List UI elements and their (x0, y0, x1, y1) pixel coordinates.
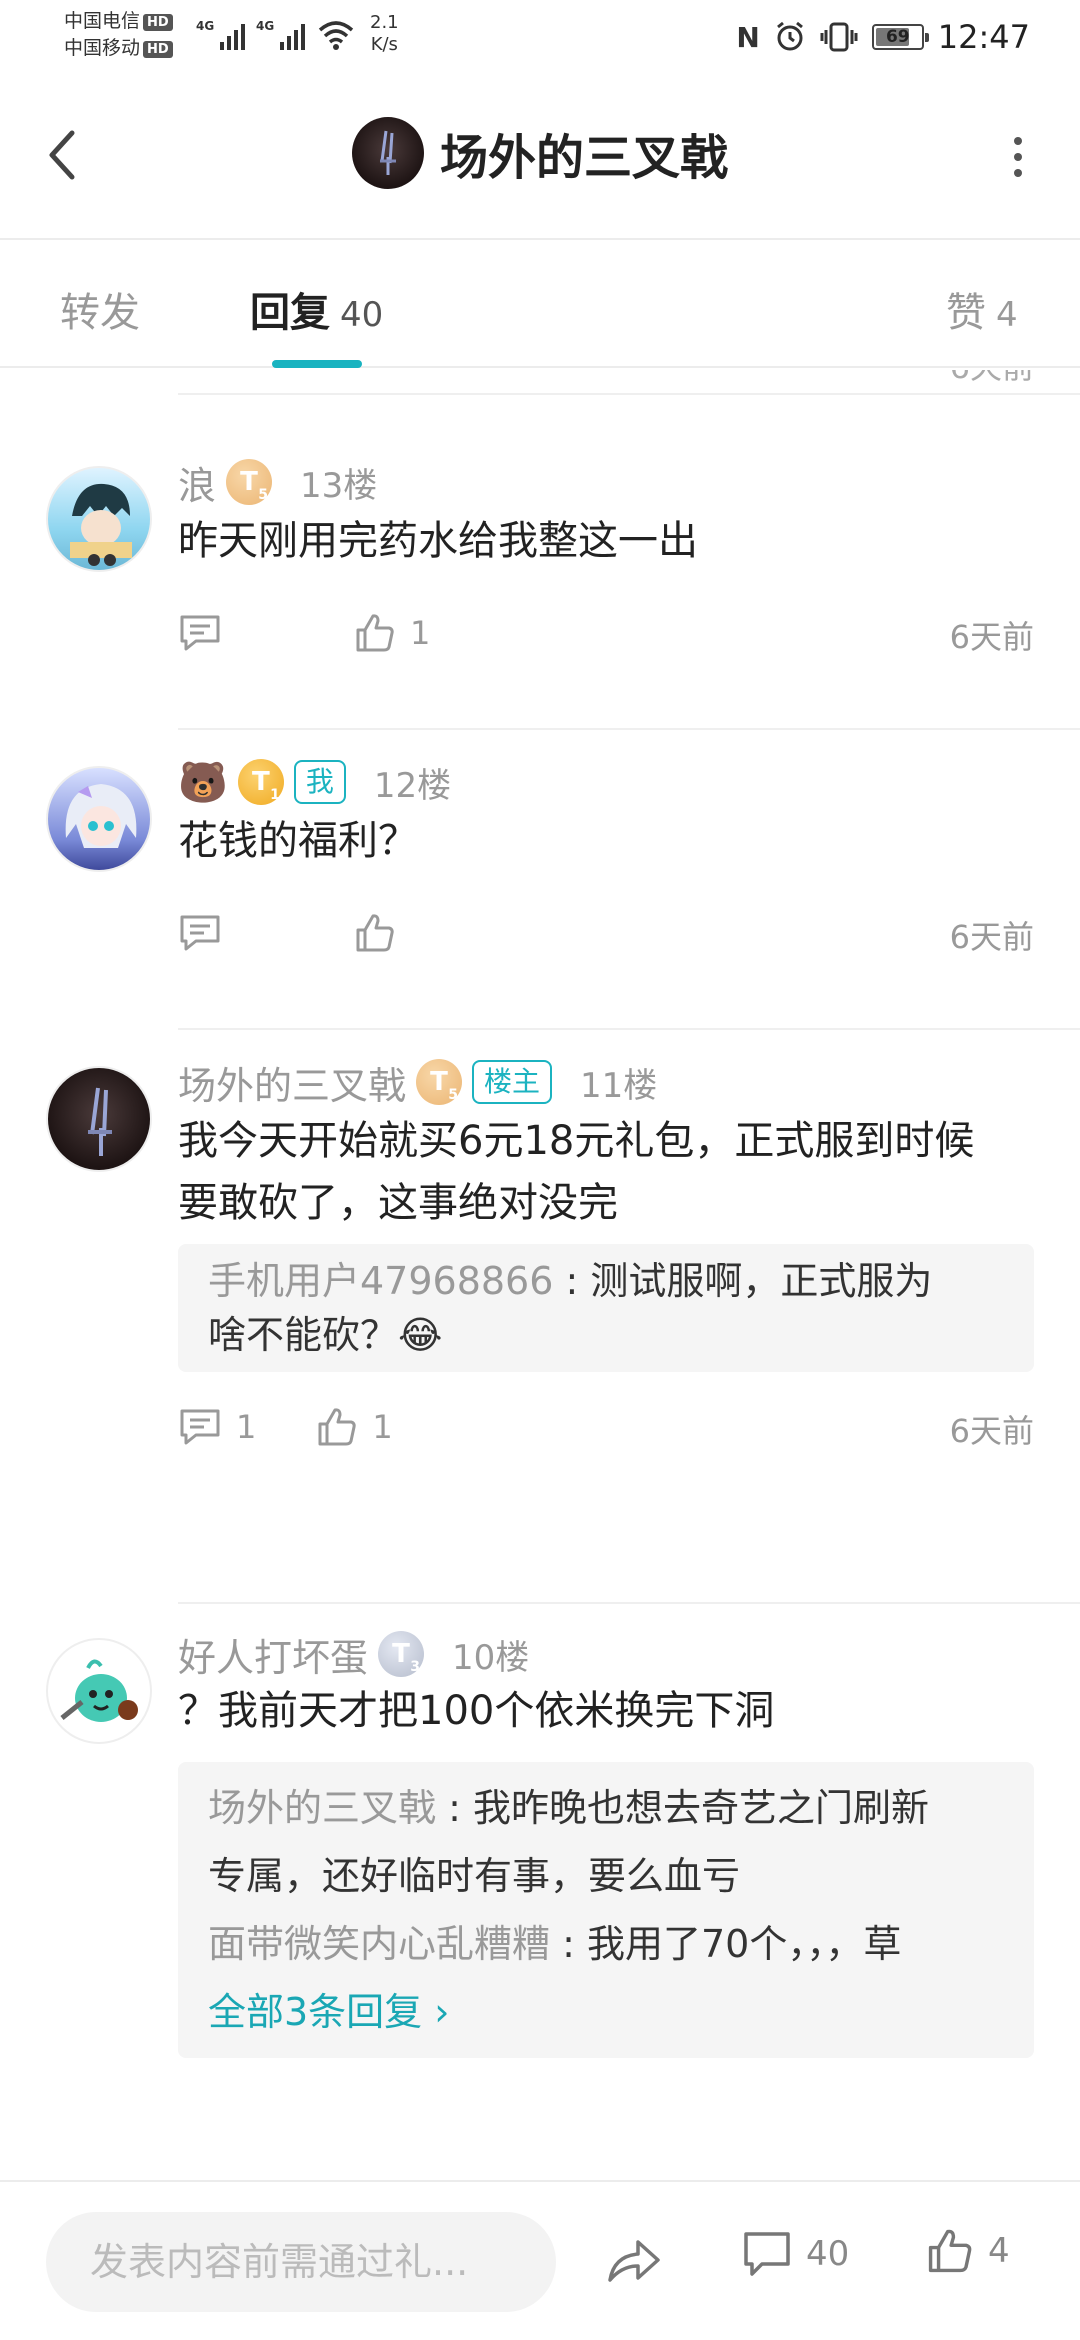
op-tag: 楼主 (472, 1060, 553, 1104)
hd-badge: HD (143, 41, 173, 58)
comment-list[interactable]: 6天前 浪 T5 13楼 昨天刚用完药水给我整这一出 (0, 370, 1080, 2180)
level-badge-icon: T5 (226, 459, 273, 505)
thumbs-up-icon (356, 914, 394, 952)
floor-number: 11楼 (580, 1065, 658, 1106)
like-button[interactable]: 1 (354, 612, 430, 654)
comment-item: 好人打坏蛋 T3 10楼 ？我前天才把100个依米换完下洞 场外的三叉戟 : 我… (0, 1604, 1080, 2180)
avatar[interactable] (46, 766, 152, 872)
app-header: 场外的三叉戟 (0, 75, 1080, 240)
comment-item: 浪 T5 13楼 昨天刚用完药水给我整这一出 1 6天前 (0, 430, 1080, 730)
comment-text: 花钱的福利？ (178, 818, 418, 864)
comment-icon (180, 915, 220, 951)
tab-likes[interactable]: 赞4 (946, 280, 1018, 338)
signal-icon: 4G (196, 19, 245, 50)
comment-icon (180, 1409, 220, 1445)
tab-indicator (272, 360, 362, 368)
carrier-2: 中国移动 (64, 37, 141, 59)
level-badge-icon: T1 (237, 759, 284, 805)
bottom-bar: 发表内容前需通过礼... 40 4 (0, 2180, 1080, 2340)
comment-text: ？我前天才把100个依米换完下洞 (178, 1688, 775, 1734)
level-badge-icon: T3 (378, 1631, 425, 1677)
like-button[interactable]: 1 (316, 1406, 393, 1448)
username[interactable]: 🐻 (178, 759, 228, 806)
hd-badge: HD (143, 14, 173, 31)
like-count-button[interactable]: 4 (926, 2226, 1010, 2276)
reply-preview[interactable]: 场外的三叉戟 : 我昨晚也想去奇艺之门刷新 专属，还好临时有事，要么血亏 面带微… (178, 1762, 1034, 2058)
list-item: 6天前 (178, 370, 1080, 395)
nfc-icon: N (736, 20, 760, 54)
timestamp: 6天前 (949, 918, 1034, 956)
username[interactable]: 浪 (178, 455, 216, 510)
status-bar: 中国电信 HD 中国移动 HD 4G 4G 2.1 K/s N 69 12:47 (0, 0, 1080, 75)
share-icon[interactable] (606, 2234, 662, 2286)
svg-text:4G: 4G (196, 19, 214, 33)
alarm-icon (776, 21, 803, 51)
reply-button[interactable] (178, 613, 222, 653)
reply-button[interactable] (178, 913, 222, 953)
floor-number: 13楼 (300, 465, 378, 506)
floor-number: 10楼 (452, 1637, 530, 1678)
comment-input[interactable]: 发表内容前需通过礼... (46, 2212, 556, 2312)
comment-icon (744, 2232, 790, 2276)
network-speed: 2.1 K/s (370, 12, 399, 55)
comment-icon (180, 615, 220, 651)
like-button[interactable] (354, 912, 396, 954)
avatar[interactable] (46, 466, 152, 572)
page-title: 场外的三叉戟 (439, 130, 728, 186)
level-badge-icon: T5 (416, 1059, 463, 1105)
username[interactable]: 场外的三叉戟 (178, 1055, 406, 1110)
timestamp: 6天前 (949, 618, 1034, 656)
reply-username[interactable]: 手机用户47968866 (208, 1259, 553, 1303)
reply-username[interactable]: 场外的三叉戟 (208, 1786, 436, 1830)
comment-text: 我今天开始就买6元18元礼包，正式服到时候 要敢砍了，这事绝对没完 (178, 1118, 975, 1226)
svg-text:4G: 4G (256, 19, 274, 33)
battery-icon: 69 (871, 24, 929, 50)
all-replies-link[interactable]: 全部3条回复 › (208, 1978, 1004, 2046)
avatar[interactable] (46, 1066, 152, 1172)
reply-preview[interactable]: 手机用户47968866 : 测试服啊，正式服为 啥不能砍？😂 (178, 1244, 1034, 1372)
more-vertical-icon[interactable] (1012, 135, 1024, 179)
tab-repost[interactable]: 转发 (60, 280, 140, 338)
wifi-icon (318, 21, 354, 50)
comment-item: 场外的三叉戟 T5 楼主 11楼 我今天开始就买6元18元礼包，正式服到时候 要… (0, 1030, 1080, 1450)
me-tag: 我 (293, 760, 346, 804)
username[interactable]: 好人打坏蛋 (178, 1627, 368, 1682)
reply-username[interactable]: 面带微笑内心乱糟糟 (208, 1922, 550, 1966)
timestamp: 6天前 (949, 1412, 1034, 1450)
tab-replies[interactable]: 回复 40 (250, 280, 383, 338)
thumbs-up-icon (318, 1408, 357, 1446)
comment-item: 🐻 T1 我 12楼 花钱的福利？ 6天前 (0, 730, 1080, 1030)
floor-number: 12楼 (373, 765, 452, 806)
comment-count-button[interactable]: 40 (742, 2230, 849, 2278)
tab-bar: 转发 回复 40 赞4 (0, 240, 1080, 368)
vibrate-icon (820, 22, 858, 52)
clock: 12:47 (937, 18, 1030, 56)
reply-button[interactable]: 1 (178, 1407, 256, 1447)
comment-text: 昨天刚用完药水给我整这一出 (178, 518, 698, 564)
author-avatar[interactable] (351, 117, 424, 189)
carrier-info: 中国电信 HD 中国移动 HD (64, 8, 173, 62)
thumbs-up-icon (928, 2229, 972, 2273)
thumbs-up-icon (356, 614, 394, 652)
avatar[interactable] (46, 1638, 152, 1744)
carrier-1: 中国电信 (64, 10, 141, 32)
signal-icon: 4G (256, 19, 305, 50)
